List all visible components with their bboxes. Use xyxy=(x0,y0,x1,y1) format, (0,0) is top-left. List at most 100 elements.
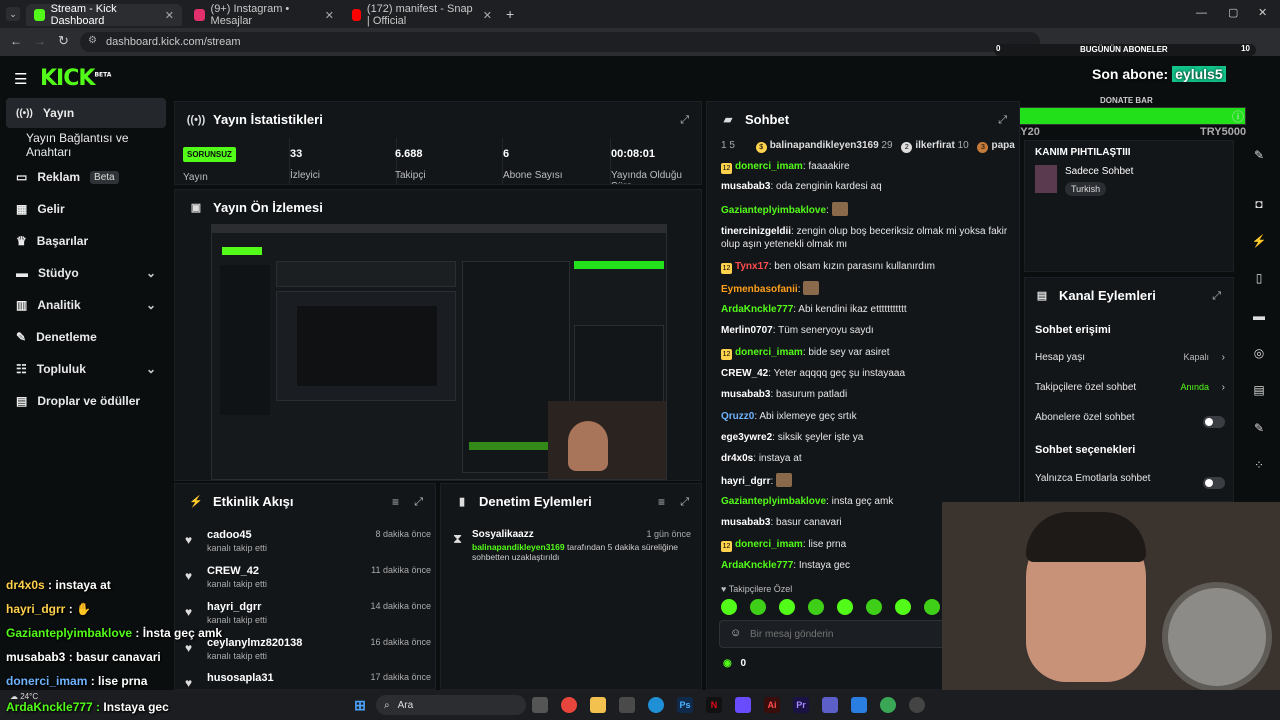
teams-icon[interactable] xyxy=(822,697,838,713)
photoshop-icon[interactable]: Ps xyxy=(677,697,693,713)
wrench-icon[interactable]: ✎ xyxy=(1248,417,1270,439)
close-window-icon[interactable]: ✕ xyxy=(1258,6,1267,19)
emote-icon[interactable] xyxy=(924,599,940,615)
chrome-alt-icon[interactable] xyxy=(880,697,896,713)
chat-icon[interactable]: ▬ xyxy=(1248,305,1270,327)
clipboard-icon[interactable]: ▯ xyxy=(1248,267,1270,289)
chat-username[interactable]: ege3ywre2 xyxy=(721,432,772,443)
reload-icon[interactable]: ↻ xyxy=(58,33,69,49)
expand-icon[interactable]: ⤢ xyxy=(680,114,689,127)
stream-preview-video[interactable] xyxy=(211,224,667,480)
edge-icon[interactable] xyxy=(648,697,664,713)
chat-username[interactable]: hayri_dgrr xyxy=(721,476,770,487)
camera-icon[interactable]: ◘ xyxy=(1248,193,1270,215)
bolt-icon[interactable]: ⚡ xyxy=(1248,230,1270,252)
app-icon[interactable] xyxy=(735,697,751,713)
maximize-icon[interactable]: ▢ xyxy=(1228,6,1238,19)
supporter-name[interactable]: ilkerfirat xyxy=(915,140,954,151)
sidebar-item-gelir[interactable]: ▦ Gelir xyxy=(6,194,166,224)
emote-only-toggle[interactable] xyxy=(1203,477,1225,489)
expand-icon[interactable]: ⤢ xyxy=(414,496,423,509)
chat-username[interactable]: musabab3 xyxy=(721,389,770,400)
supporter-name[interactable]: papa xyxy=(991,140,1014,151)
info-icon[interactable]: ⓘ xyxy=(1232,108,1244,125)
chat-username[interactable]: tinercinizgeldii xyxy=(721,226,791,237)
emote-icon[interactable] xyxy=(721,599,737,615)
sidebar-item-yayin[interactable]: ((•)) Yayın xyxy=(6,98,166,128)
chat-username[interactable]: Gazianteplyimbaklove xyxy=(721,496,826,507)
subscriber-chat-toggle[interactable] xyxy=(1203,416,1225,428)
filter-icon[interactable]: ≡ xyxy=(658,495,665,509)
chat-username[interactable]: Qruzz0 xyxy=(721,411,754,422)
moderation-target[interactable]: Sosyalikaazz xyxy=(472,529,534,540)
netflix-icon[interactable]: N xyxy=(706,697,722,713)
back-icon[interactable]: ← xyxy=(10,34,22,48)
emote-icon[interactable] xyxy=(808,599,824,615)
close-tab-icon[interactable]: ✕ xyxy=(483,9,492,22)
minimize-icon[interactable]: — xyxy=(1196,7,1207,19)
expand-icon[interactable]: ⤢ xyxy=(998,114,1007,127)
forward-icon[interactable]: → xyxy=(34,34,46,48)
list-icon[interactable]: ▤ xyxy=(1248,379,1270,401)
sidebar-item-analitik[interactable]: ▥ Analitik ⌄ xyxy=(6,290,166,320)
sidebar-item-basarilar[interactable]: ♛ Başarılar xyxy=(6,226,166,256)
chat-username[interactable]: musabab3 xyxy=(721,517,770,528)
moderation-actor[interactable]: balinapandikleyen3169 xyxy=(472,542,565,552)
filter-icon[interactable]: ≡ xyxy=(392,495,399,509)
emote-icon[interactable] xyxy=(779,599,795,615)
close-tab-icon[interactable]: ✕ xyxy=(165,9,174,22)
chat-username[interactable]: Gazianteplyimbaklove xyxy=(721,205,826,216)
chat-username[interactable]: Eymenbasofanii xyxy=(721,284,798,295)
chat-username[interactable]: donerci_imam xyxy=(735,347,803,358)
pencil-icon[interactable]: ✎ xyxy=(1248,144,1270,166)
chat-username[interactable]: ArdaKnckle777 xyxy=(721,304,793,315)
chat-message-field[interactable] xyxy=(750,626,970,642)
file-explorer-icon[interactable] xyxy=(590,697,606,713)
premiere-icon[interactable]: Pr xyxy=(793,697,809,713)
chat-username[interactable]: Tynx17 xyxy=(735,261,769,272)
account-age-row[interactable]: Hesap yaşı Kapalı › xyxy=(1035,352,1225,372)
emoji-icon[interactable]: ☺ xyxy=(730,627,741,639)
emote-icon[interactable] xyxy=(837,599,853,615)
chat-username[interactable]: dr4x0s xyxy=(721,453,753,464)
tab-youtube[interactable]: (172) manifest - Snap | Official ✕ xyxy=(344,3,500,27)
expand-icon[interactable]: ⤢ xyxy=(1212,290,1221,303)
supporter-name[interactable]: balinapandikleyen3169 xyxy=(770,140,879,151)
task-view-icon[interactable] xyxy=(532,697,548,713)
stream-category[interactable]: Sadece Sohbet xyxy=(1065,166,1133,177)
sidebar-item-denetleme[interactable]: ✎ Denetleme xyxy=(6,322,166,352)
taskbar-search[interactable]: ⌕ Ara xyxy=(376,695,526,715)
sidebar-item-stream-key[interactable]: Yayın Bağlantısı ve Anahtarı xyxy=(6,130,176,160)
chat-username[interactable]: donerci_imam xyxy=(735,539,803,550)
menu-icon[interactable]: ☰ xyxy=(14,70,27,88)
expand-icon[interactable]: ⤢ xyxy=(680,496,689,509)
emote-icon[interactable] xyxy=(895,599,911,615)
category-thumbnail[interactable] xyxy=(1035,165,1057,193)
sidebar-item-droplar[interactable]: ▤ Droplar ve ödüller xyxy=(6,386,166,416)
site-info-icon[interactable]: ⚙ xyxy=(88,35,97,46)
activity-user[interactable]: cadoo45 xyxy=(207,529,252,541)
tab-kick-dashboard[interactable]: Stream - Kick Dashboard ✕ xyxy=(26,3,182,27)
emote-icon[interactable] xyxy=(750,599,766,615)
windows-start-icon[interactable]: ⊞ xyxy=(352,697,368,713)
sidebar-item-studyo[interactable]: ▬ Stüdyo ⌄ xyxy=(6,258,166,288)
store-icon[interactable] xyxy=(619,697,635,713)
obs-icon[interactable] xyxy=(909,697,925,713)
outlook-icon[interactable] xyxy=(851,697,867,713)
chrome-icon[interactable] xyxy=(561,697,577,713)
kick-logo[interactable]: KICKBETA xyxy=(40,66,111,91)
sidebar-item-reklam[interactable]: ▭ Reklam Beta xyxy=(6,162,166,192)
share-icon[interactable]: ⁘ xyxy=(1248,454,1270,476)
chat-username[interactable]: musabab3 xyxy=(721,181,770,192)
broadcast-icon[interactable]: ◎ xyxy=(1248,342,1270,364)
chat-username[interactable]: donerci_imam xyxy=(735,161,803,172)
tab-search-icon[interactable]: ⌄ xyxy=(6,7,20,21)
illustrator-icon[interactable]: Ai xyxy=(764,697,780,713)
close-tab-icon[interactable]: ✕ xyxy=(325,9,334,22)
chat-username[interactable]: ArdaKnckle777 xyxy=(721,560,793,571)
follower-chat-row[interactable]: Takipçilere özel sohbet Anında › xyxy=(1035,382,1225,402)
new-tab-icon[interactable]: + xyxy=(506,6,514,22)
emote-icon[interactable] xyxy=(866,599,882,615)
sidebar-item-topluluk[interactable]: ☷ Topluluk ⌄ xyxy=(6,354,166,384)
url-input[interactable]: ⚙ dashboard.kick.com/stream xyxy=(80,32,1040,52)
